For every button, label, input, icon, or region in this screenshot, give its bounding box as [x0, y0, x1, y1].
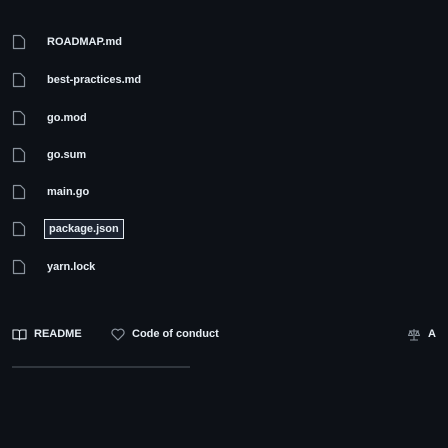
file-row[interactable]: main.go — [0, 174, 448, 210]
tab-label: README — [34, 328, 82, 340]
file-icon — [12, 184, 26, 200]
tab-label: Code of conduct — [132, 328, 219, 340]
file-row[interactable]: go.mod — [0, 100, 448, 136]
heart-icon — [111, 328, 125, 341]
file-icon — [12, 221, 26, 237]
file-row-selected[interactable]: package.json — [0, 211, 448, 247]
file-name: package.json — [44, 219, 124, 239]
scale-icon — [407, 328, 421, 341]
tab-label: A — [428, 328, 436, 340]
file-icon — [12, 72, 26, 88]
file-name: main.go — [47, 186, 90, 198]
active-tab-underline — [12, 366, 190, 368]
file-icon — [12, 147, 26, 163]
file-name: best-practices.md — [47, 74, 142, 86]
file-name: yarn.lock — [47, 261, 96, 273]
file-icon — [12, 259, 26, 275]
file-name: go.sum — [47, 149, 87, 161]
book-icon — [12, 328, 27, 341]
file-name: go.mod — [47, 112, 87, 124]
tab-readme[interactable]: README — [12, 322, 82, 346]
tab-code-of-conduct[interactable]: Code of conduct — [111, 322, 219, 346]
file-name: ROADMAP.md — [47, 36, 122, 48]
tab-license[interactable]: A — [407, 322, 436, 346]
file-row[interactable]: go.sum — [0, 137, 448, 173]
file-row[interactable]: ROADMAP.md — [0, 24, 448, 60]
file-icon — [12, 110, 26, 126]
file-icon — [12, 34, 26, 50]
file-row[interactable]: best-practices.md — [0, 62, 448, 98]
file-row[interactable]: yarn.lock — [0, 249, 448, 285]
